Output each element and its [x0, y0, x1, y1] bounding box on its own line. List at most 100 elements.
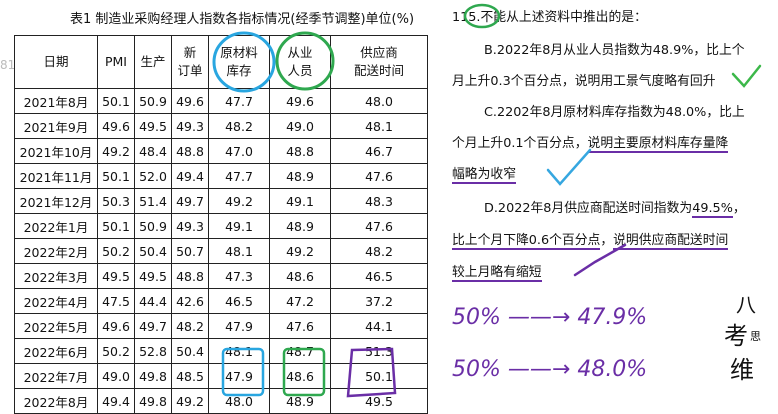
cell-employment: 48.7: [269, 338, 331, 364]
cell-delivery: 46.7: [330, 138, 428, 164]
cell-new-orders: 49.7: [171, 188, 209, 214]
cell-pmi: 49.2: [97, 138, 135, 164]
svg-text:思: 思: [750, 330, 761, 343]
header-raw-material-inventory: 原材料 库存: [208, 35, 270, 89]
table-row: 2021年8月 50.1 50.9 49.6 47.7 49.6 48.0: [14, 88, 428, 114]
option-c-line2: 个月上升0.1个百分点，说明主要原材料库存量降: [452, 132, 729, 153]
option-c-line3: 幅略为收窄: [452, 163, 516, 184]
cell-new-orders: 49.4: [171, 163, 209, 189]
cell-employment: 48.6: [269, 263, 331, 289]
cell-raw-inventory: 49.2: [208, 188, 270, 214]
header-supplier-delivery: 供应商 配送时间: [330, 35, 428, 89]
option-c-line3-underlined: 幅略为收窄: [452, 167, 516, 184]
check-green-icon: [731, 64, 762, 88]
cell-employment: 48.9: [269, 388, 331, 414]
handwriting-line-1: 50% ——→ 47.9%: [452, 305, 648, 330]
cell-date: 2022年8月: [14, 388, 98, 414]
handwriting-line-2: 50% ——→ 48.0%: [452, 357, 648, 382]
table-row: 2022年7月 49.0 49.8 48.5 47.9 48.6 50.1: [14, 363, 428, 389]
cell-delivery: 47.6: [330, 213, 428, 239]
option-c-line2-a: 个月上升0.1个百分点，: [452, 136, 588, 151]
cell-production: 52.8: [134, 338, 172, 364]
table-row: 2022年8月 49.4 49.8 49.2 48.0 48.9 49.5: [14, 388, 428, 414]
cell-delivery: 37.2: [330, 288, 428, 314]
cell-employment: 48.8: [269, 138, 331, 164]
svg-text:考: 考: [724, 322, 748, 350]
table-row: 2022年6月 50.2 52.8 50.4 48.1 48.7 51.3: [14, 338, 428, 364]
cell-production: 49.7: [134, 313, 172, 339]
cell-raw-inventory: 46.5: [208, 288, 270, 314]
pmi-table: 日期 PMI 生产 新订单 原材料 库存 从业 人员 供应商 配送时间 2021年8月…: [14, 35, 428, 414]
option-c-line1: C.2202年8月原材料库存指数为48.0%，比上: [484, 105, 745, 120]
table-title: 表1 制造业采购经理人指数各指标情况(经季节调整)单位(%): [70, 12, 415, 27]
brand-seal-logo: 八 考 思 维: [720, 290, 770, 390]
cell-delivery: 48.2: [330, 238, 428, 264]
cell-pmi: 50.2: [97, 338, 135, 364]
option-c-line2-underlined: 说明主要原材料库存量降: [587, 136, 729, 153]
cell-pmi: 47.5: [97, 288, 135, 314]
cell-delivery: 48.3: [330, 188, 428, 214]
cell-delivery: 44.1: [330, 313, 428, 339]
cell-delivery: 46.5: [330, 263, 428, 289]
header-new-orders: 新订单: [171, 35, 209, 89]
cell-pmi: 50.3: [97, 188, 135, 214]
cell-production: 50.9: [134, 213, 172, 239]
cell-production: 44.4: [134, 288, 172, 314]
cell-new-orders: 48.8: [171, 138, 209, 164]
option-d-value: 49.5%: [692, 201, 733, 218]
table-row: 2021年12月 50.3 51.4 49.7 49.2 49.1 48.3: [14, 188, 428, 214]
cell-date: 2022年4月: [14, 288, 98, 314]
cell-delivery: 48.0: [330, 88, 428, 114]
cell-raw-inventory: 47.3: [208, 263, 270, 289]
cell-employment: 49.6: [269, 88, 331, 114]
cell-delivery: 49.5: [330, 388, 428, 414]
cell-pmi: 50.1: [97, 88, 135, 114]
cell-new-orders: 49.6: [171, 88, 209, 114]
table-row: 2022年1月 50.1 50.9 49.3 49.1 48.9 47.6: [14, 213, 428, 239]
cell-pmi: 49.4: [97, 388, 135, 414]
cell-employment: 49.1: [269, 188, 331, 214]
cell-date: 2022年6月: [14, 338, 98, 364]
cell-production: 52.0: [134, 163, 172, 189]
cell-raw-inventory: 47.0: [208, 138, 270, 164]
cell-pmi: 49.6: [97, 113, 135, 139]
option-d-line3: 较上月略有缩短: [452, 261, 542, 282]
cell-raw-inventory: 48.1: [208, 338, 270, 364]
cell-production: 49.8: [134, 363, 172, 389]
cell-production: 48.4: [134, 138, 172, 164]
cell-raw-inventory: 48.0: [208, 388, 270, 414]
cell-pmi: 49.6: [97, 313, 135, 339]
option-b-line2: 月上升0.3个百分点，说明用工景气度略有回升: [452, 74, 716, 89]
check-blue-icon: [546, 148, 592, 186]
option-d-line2: 比上个月下降0.6个百分点，说明供应商配送时间: [452, 229, 729, 250]
cell-raw-inventory: 47.7: [208, 88, 270, 114]
cell-date: 2021年12月: [14, 188, 98, 214]
cell-raw-inventory: 49.1: [208, 213, 270, 239]
svg-text:八: 八: [736, 293, 756, 317]
cell-date: 2021年10月: [14, 138, 98, 164]
cell-date: 2022年1月: [14, 213, 98, 239]
cell-production: 50.4: [134, 238, 172, 264]
cell-delivery: 47.6: [330, 163, 428, 189]
cell-delivery: 50.1: [330, 363, 428, 389]
cell-date: 2022年7月: [14, 363, 98, 389]
table-row: 2022年2月 50.2 50.4 50.7 48.1 49.2 48.2: [14, 238, 428, 264]
cell-raw-inventory: 48.2: [208, 113, 270, 139]
cell-delivery: 51.3: [330, 338, 428, 364]
cell-raw-inventory: 47.7: [208, 163, 270, 189]
cell-raw-inventory: 47.9: [208, 313, 270, 339]
cell-new-orders: 48.2: [171, 313, 209, 339]
option-d-line1-a: D.2022年8月供应商配送时间指数为: [484, 201, 693, 216]
cell-employment: 48.9: [269, 213, 331, 239]
question-number: 115.: [452, 10, 481, 25]
side-number: 81: [0, 58, 16, 72]
option-d-line2-comma: ，: [600, 233, 614, 248]
cell-employment: 49.0: [269, 113, 331, 139]
header-employment: 从业 人员: [269, 35, 331, 89]
cell-employment: 47.6: [269, 313, 331, 339]
cell-pmi: 50.1: [97, 163, 135, 189]
table-row: 2022年4月 47.5 44.4 42.6 46.5 47.2 37.2: [14, 288, 428, 314]
header-pmi: PMI: [97, 35, 135, 89]
option-d-line2-c: 说明供应商配送时间: [613, 233, 729, 250]
cell-production: 49.5: [134, 263, 172, 289]
